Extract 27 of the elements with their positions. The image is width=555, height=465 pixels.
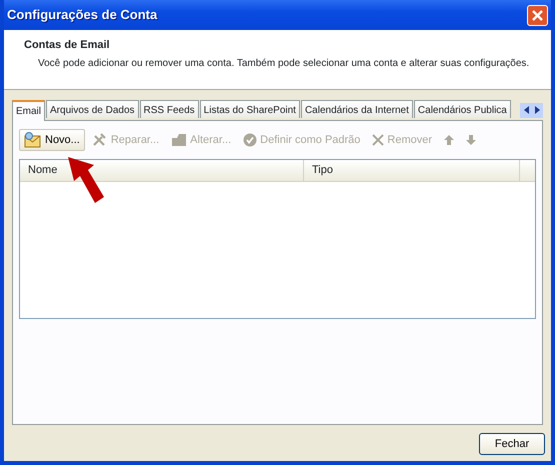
- close-button[interactable]: [527, 4, 548, 26]
- x-icon: [372, 134, 384, 146]
- section-title: Contas de Email: [24, 38, 111, 53]
- tab[interactable]: Email: [12, 100, 46, 120]
- envelope-icon: [24, 132, 42, 148]
- tab-scroll-buttons[interactable]: [520, 102, 543, 118]
- tab[interactable]: Calendários Publica: [414, 100, 511, 118]
- toolbar-button: Reparar...: [86, 128, 164, 151]
- pointer-arrow-drawing: [68, 157, 104, 203]
- tab[interactable]: Arquivos de Dados: [46, 100, 139, 118]
- folder-icon: [171, 132, 188, 147]
- toolbar-button: Remover: [367, 128, 438, 151]
- toolbar-button: Alterar...: [166, 128, 236, 151]
- column-header[interactable]: Tipo: [304, 160, 520, 180]
- check-circle-icon: [243, 132, 258, 147]
- tab[interactable]: Calendários da Internet: [300, 100, 413, 118]
- tools-icon: [92, 132, 108, 147]
- tab[interactable]: Listas do SharePoint: [200, 100, 300, 118]
- tab[interactable]: RSS Feeds: [140, 100, 199, 118]
- close-dialog-button[interactable]: Fechar: [479, 433, 545, 455]
- account-list[interactable]: Nome Tipo: [19, 159, 536, 319]
- window-title: Configurações de Conta: [7, 6, 158, 24]
- toolbar-button[interactable]: Novo...: [19, 128, 85, 151]
- section-description: Você pode adicionar ou remover uma conta. Também pode selecionar uma conta e alterar suas configurações.: [37, 56, 530, 70]
- toolbar-button: Definir como Padrão: [238, 128, 366, 151]
- right-arrow-icon[interactable]: [532, 104, 542, 116]
- close-icon: [531, 8, 544, 22]
